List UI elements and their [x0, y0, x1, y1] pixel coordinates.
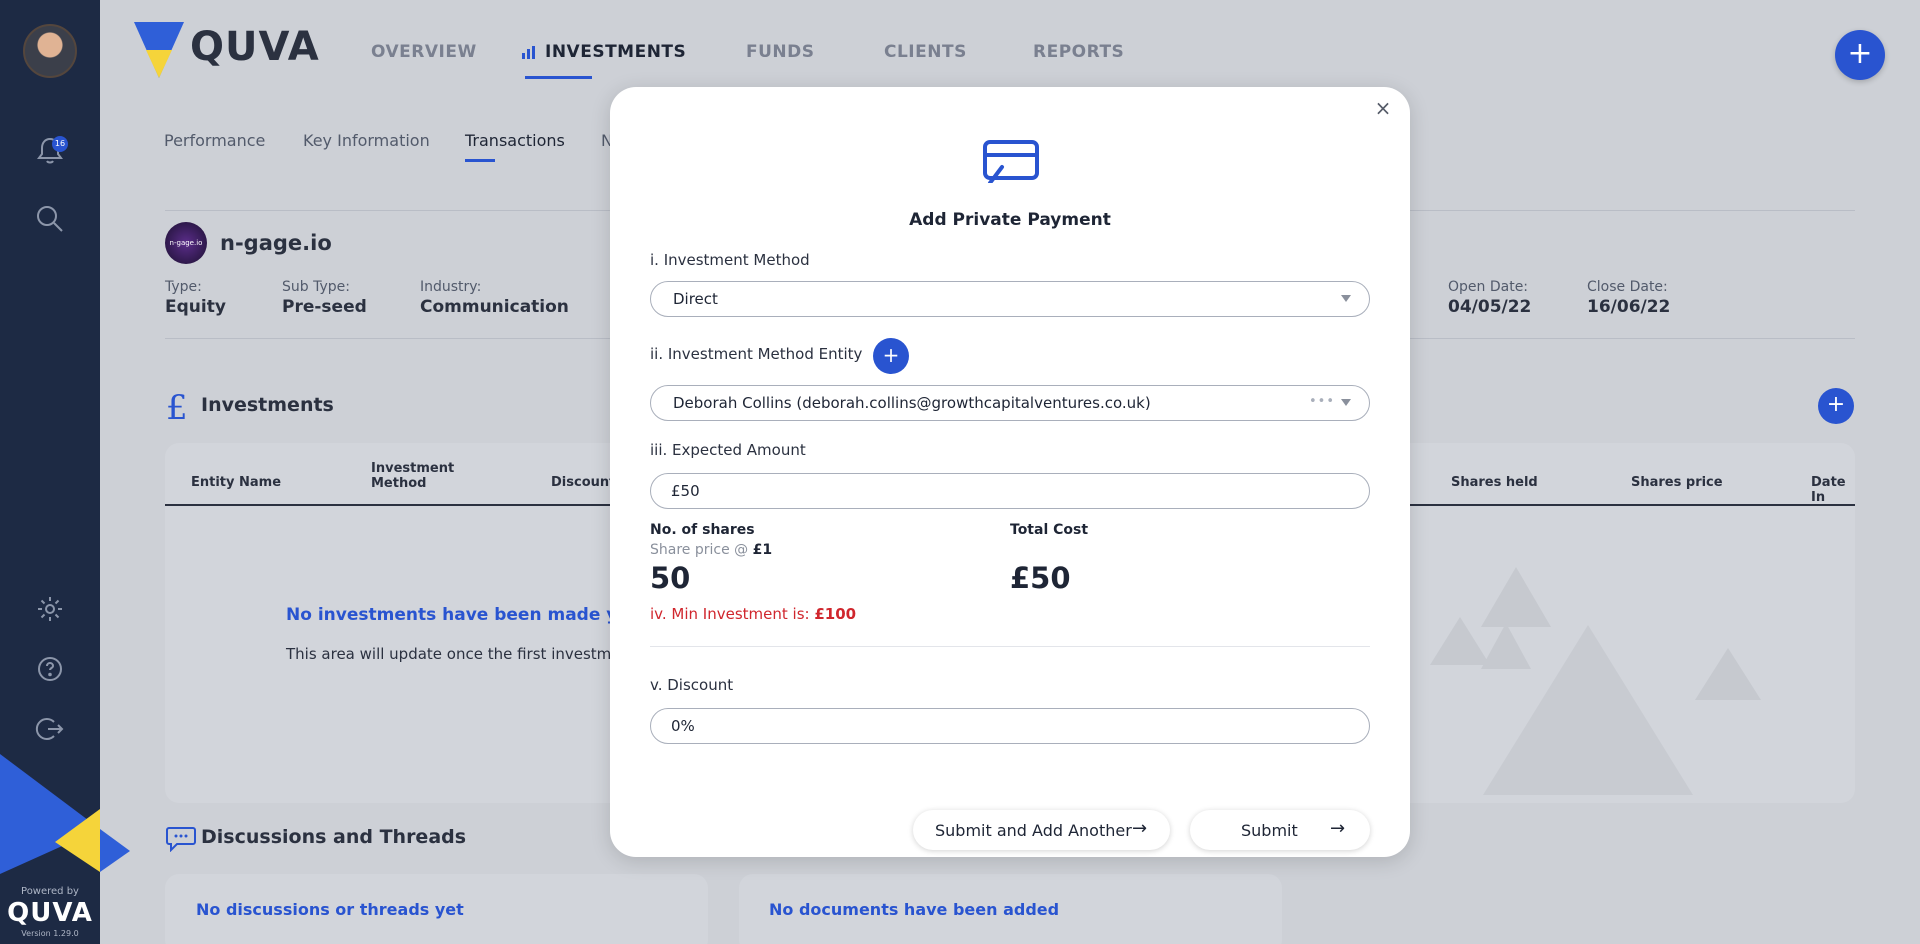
nav-overview[interactable]: OVERVIEW: [371, 42, 477, 62]
empty-discussions-title: No discussions or threads yet: [196, 900, 464, 919]
total-cost-value: £50: [1010, 561, 1071, 595]
decor-triangle: [1430, 617, 1490, 665]
help-icon[interactable]: [34, 653, 66, 685]
discussions-title: Discussions and Threads: [201, 826, 467, 848]
logout-icon[interactable]: [34, 713, 66, 745]
share-price-prefix: Share price @: [650, 542, 749, 558]
quva-logo-small: QUVA: [7, 898, 93, 928]
nav-funds[interactable]: FUNDS: [746, 42, 815, 62]
min-investment-prefix: iv. Min Investment is:: [650, 605, 810, 623]
nav-investments[interactable]: INVESTMENTS: [545, 42, 686, 62]
decor-triangle: [1483, 625, 1693, 795]
empty-investments-title: No investments have been made yet: [286, 605, 638, 625]
loading-dots-icon: •••: [1308, 394, 1335, 409]
subtype-value: Pre-seed: [282, 297, 367, 317]
bar-chart-icon: [522, 46, 535, 59]
arrow-right-icon: →: [1132, 818, 1148, 839]
investment-entity-label: ii. Investment Method Entity: [650, 345, 863, 363]
industry-label: Industry:: [420, 279, 482, 295]
discount-label: v. Discount: [650, 676, 734, 694]
gear-icon[interactable]: [34, 593, 66, 625]
column-header[interactable]: Date In: [1811, 475, 1855, 505]
add-investment-button[interactable]: +: [1818, 388, 1854, 424]
nav-reports[interactable]: REPORTS: [1033, 42, 1124, 62]
empty-documents-title: No documents have been added: [769, 900, 1060, 919]
investments-title: Investments: [201, 394, 334, 416]
total-cost-label: Total Cost: [1010, 522, 1089, 538]
close-date-label: Close Date:: [1587, 279, 1668, 295]
submit-label: Submit: [1241, 821, 1298, 840]
decor-triangle: [1481, 567, 1551, 627]
expected-amount-value: £50: [671, 482, 700, 500]
share-price-text: Share price @ £1: [650, 542, 772, 558]
open-date-value: 04/05/22: [1448, 297, 1532, 317]
column-header[interactable]: Discount: [551, 475, 615, 490]
company-logo: n-gage.io: [165, 222, 207, 264]
empty-investments-text: This area will update once the first inv…: [286, 645, 636, 663]
version-label: Version 1.29.0: [21, 929, 79, 938]
column-header[interactable]: Entity Name: [191, 475, 281, 490]
min-investment-value: £100: [814, 605, 857, 623]
investment-entity-select[interactable]: Deborah Collins (deborah.collins@growthc…: [650, 385, 1370, 421]
industry-value: Communication: [420, 297, 569, 317]
investment-method-label: i. Investment Method: [650, 251, 810, 269]
add-entity-button[interactable]: +: [873, 338, 909, 374]
global-add-button[interactable]: +: [1835, 30, 1885, 80]
chevron-down-icon: [1341, 295, 1351, 302]
share-price-value: £1: [752, 542, 773, 558]
discount-input[interactable]: 0%: [650, 708, 1370, 744]
min-investment-warning: iv. Min Investment is: £100: [650, 605, 856, 623]
credit-card-icon: [983, 140, 1039, 183]
shares-value: 50: [650, 561, 691, 595]
decor-triangle: [1695, 648, 1761, 700]
chevron-down-icon: [1341, 399, 1351, 406]
nav-active-underline: [525, 76, 592, 79]
submit-and-add-another-label: Submit and Add Another: [935, 821, 1132, 840]
subtype-label: Sub Type:: [282, 279, 350, 295]
investment-method-value: Direct: [673, 290, 718, 308]
type-label: Type:: [165, 279, 202, 295]
submit-button[interactable]: Submit →: [1190, 810, 1370, 850]
notification-badge: 16: [52, 136, 68, 152]
tab-key-information[interactable]: Key Information: [303, 131, 430, 150]
avatar[interactable]: [23, 24, 77, 78]
expected-amount-label: iii. Expected Amount: [650, 441, 806, 459]
powered-by-label: Powered by: [21, 886, 79, 897]
investment-entity-value: Deborah Collins (deborah.collins@growthc…: [673, 394, 1151, 412]
tab-performance[interactable]: Performance: [164, 131, 265, 150]
add-private-payment-modal: × Add Private Payment i. Investment Meth…: [610, 87, 1410, 857]
column-header[interactable]: Investment Method: [371, 461, 461, 491]
type-value: Equity: [165, 297, 226, 317]
open-date-label: Open Date:: [1448, 279, 1529, 295]
tab-transactions[interactable]: Transactions: [465, 131, 565, 150]
column-header[interactable]: Shares price: [1631, 475, 1723, 490]
quva-logo-text[interactable]: QUVA: [190, 24, 320, 70]
investment-method-select[interactable]: Direct: [650, 281, 1370, 317]
expected-amount-input[interactable]: £50: [650, 473, 1370, 509]
search-icon[interactable]: [34, 203, 66, 235]
modal-title: Add Private Payment: [909, 210, 1111, 230]
shares-label: No. of shares: [650, 522, 755, 538]
pound-icon: £: [166, 388, 188, 428]
company-name: n-gage.io: [220, 231, 332, 255]
column-header[interactable]: Shares held: [1451, 475, 1538, 490]
chat-bubble-icon: [166, 827, 196, 852]
arrow-right-icon: →: [1330, 818, 1346, 839]
discount-value: 0%: [671, 717, 695, 735]
divider: [650, 646, 1370, 647]
quva-logo-icon[interactable]: [134, 22, 192, 80]
close-button[interactable]: ×: [1371, 96, 1395, 120]
quva-brand-graphic: [0, 754, 130, 874]
subtab-active-underline: [465, 159, 495, 162]
close-date-value: 16/06/22: [1587, 297, 1671, 317]
nav-clients[interactable]: CLIENTS: [884, 42, 967, 62]
submit-and-add-another-button[interactable]: Submit and Add Another →: [913, 810, 1170, 850]
